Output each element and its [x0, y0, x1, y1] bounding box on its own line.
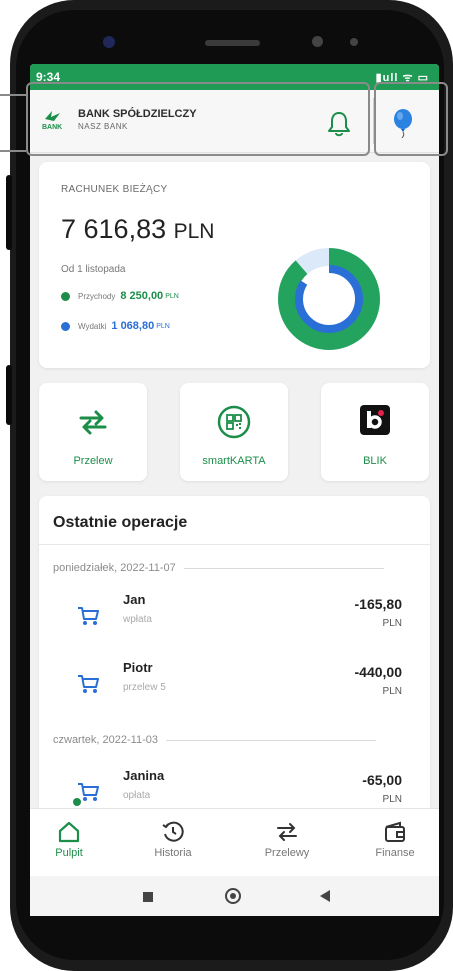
tile-smartkarta[interactable]: smartKARTA	[180, 383, 288, 481]
expense-legend: Wydatki 1 068,80 PLN	[61, 320, 170, 332]
income-legend: Przychody 8 250,00 PLN	[61, 290, 179, 302]
home-icon	[58, 821, 80, 843]
side-button-power	[6, 365, 12, 425]
speaker-grille	[205, 40, 260, 46]
income-value: 8 250,00	[120, 290, 164, 302]
account-balance: 7 616,83 PLN	[61, 214, 214, 245]
tile-blik[interactable]: BLIK	[321, 383, 429, 481]
operation-desc: opłata	[123, 790, 151, 801]
account-card[interactable]: RACHUNEK BIEŻĄCY 7 616,83 PLN Od 1 listo…	[39, 162, 430, 368]
income-label: Przychody	[78, 291, 116, 301]
blik-icon	[360, 405, 390, 435]
nav-label-pulpit: Pulpit	[55, 847, 83, 859]
front-camera	[103, 36, 115, 48]
operation-currency: PLN	[382, 618, 402, 629]
cart-icon	[78, 675, 99, 693]
system-nav-bar	[30, 876, 439, 916]
unread-dot	[73, 798, 81, 806]
expense-label: Wydatki	[78, 321, 107, 331]
nav-item-pulpit[interactable]: Pulpit	[34, 821, 104, 859]
tile-blik-label: BLIK	[363, 455, 387, 467]
sensor-dot	[312, 36, 323, 47]
operation-amount: -440,00	[354, 664, 402, 680]
back-icon[interactable]	[320, 890, 330, 902]
callout-header-frame	[26, 82, 370, 156]
date-group-1: poniedziałek, 2022-11-07	[53, 562, 384, 574]
account-period: Od 1 listopada	[61, 264, 126, 275]
sensor-dot-small	[350, 38, 358, 46]
callout-pointer-left-bottom	[0, 150, 26, 152]
nav-label-przelewy: Przelewy	[264, 847, 310, 859]
balance-donut-chart	[278, 248, 380, 350]
operation-row[interactable]: Piotr przelew 5 -440,00 PLN	[39, 660, 430, 718]
donut-expense-arc	[295, 265, 363, 333]
expense-currency: PLN	[156, 322, 170, 330]
date-group-2-label: czwartek, 2022-11-03	[53, 734, 158, 746]
operations-title: Ostatnie operacje	[53, 514, 188, 531]
nav-item-finanse[interactable]: Finanse	[360, 821, 430, 859]
operation-row[interactable]: Jan wpłata -165,80 PLN	[39, 592, 430, 650]
tile-smartkarta-label: smartKARTA	[202, 455, 266, 467]
nav-item-historia[interactable]: Historia	[138, 821, 208, 859]
operation-desc: wpłata	[123, 614, 152, 625]
transfers-icon	[277, 823, 297, 841]
callout-pointer-left-top	[0, 94, 26, 96]
transfer-icon	[79, 410, 107, 435]
operation-desc: przelew 5	[123, 682, 166, 693]
expense-dot	[61, 321, 70, 331]
date-group-1-line	[183, 567, 384, 569]
history-icon	[162, 821, 184, 842]
home-button-icon[interactable]	[225, 888, 241, 904]
operations-title-divider	[39, 544, 430, 545]
income-dot	[61, 291, 70, 301]
callout-balloon-frame	[374, 82, 448, 156]
nav-label-finanse: Finanse	[375, 847, 415, 859]
account-balance-value: 7 616,83	[61, 214, 167, 244]
date-group-1-label: poniedziałek, 2022-11-07	[53, 562, 176, 574]
income-currency: PLN	[165, 292, 179, 300]
operation-amount: -65,00	[362, 772, 402, 788]
account-balance-currency: PLN	[173, 220, 215, 243]
finance-icon	[385, 821, 405, 842]
operation-currency: PLN	[382, 686, 402, 697]
operation-amount: -165,80	[354, 596, 402, 612]
tile-transfer[interactable]: Przelew	[39, 383, 147, 481]
side-button-volume	[6, 175, 12, 250]
recents-icon[interactable]	[143, 892, 153, 902]
operation-name: Jan	[123, 592, 146, 607]
cart-icon	[78, 607, 99, 625]
tile-transfer-label: Przelew	[73, 455, 113, 467]
operation-name: Piotr	[123, 660, 153, 675]
nav-item-przelewy[interactable]: Przelewy	[252, 821, 322, 859]
account-title: RACHUNEK BIEŻĄCY	[61, 184, 168, 195]
date-group-2: czwartek, 2022-11-03	[53, 734, 376, 746]
operation-name: Janina	[123, 768, 165, 783]
nav-label-historia: Historia	[154, 847, 192, 859]
operation-currency: PLN	[382, 794, 402, 805]
app-screen: 9:34 ▮ull ᯤ ▭ BANK BANK SPÓŁDZIELCZY NAS…	[30, 64, 439, 907]
bottom-nav: Pulpit Historia Przelewy Finanse	[30, 808, 439, 877]
date-group-2-line	[165, 739, 376, 741]
expense-value: 1 068,80	[111, 320, 155, 332]
qr-card-icon	[217, 405, 251, 439]
